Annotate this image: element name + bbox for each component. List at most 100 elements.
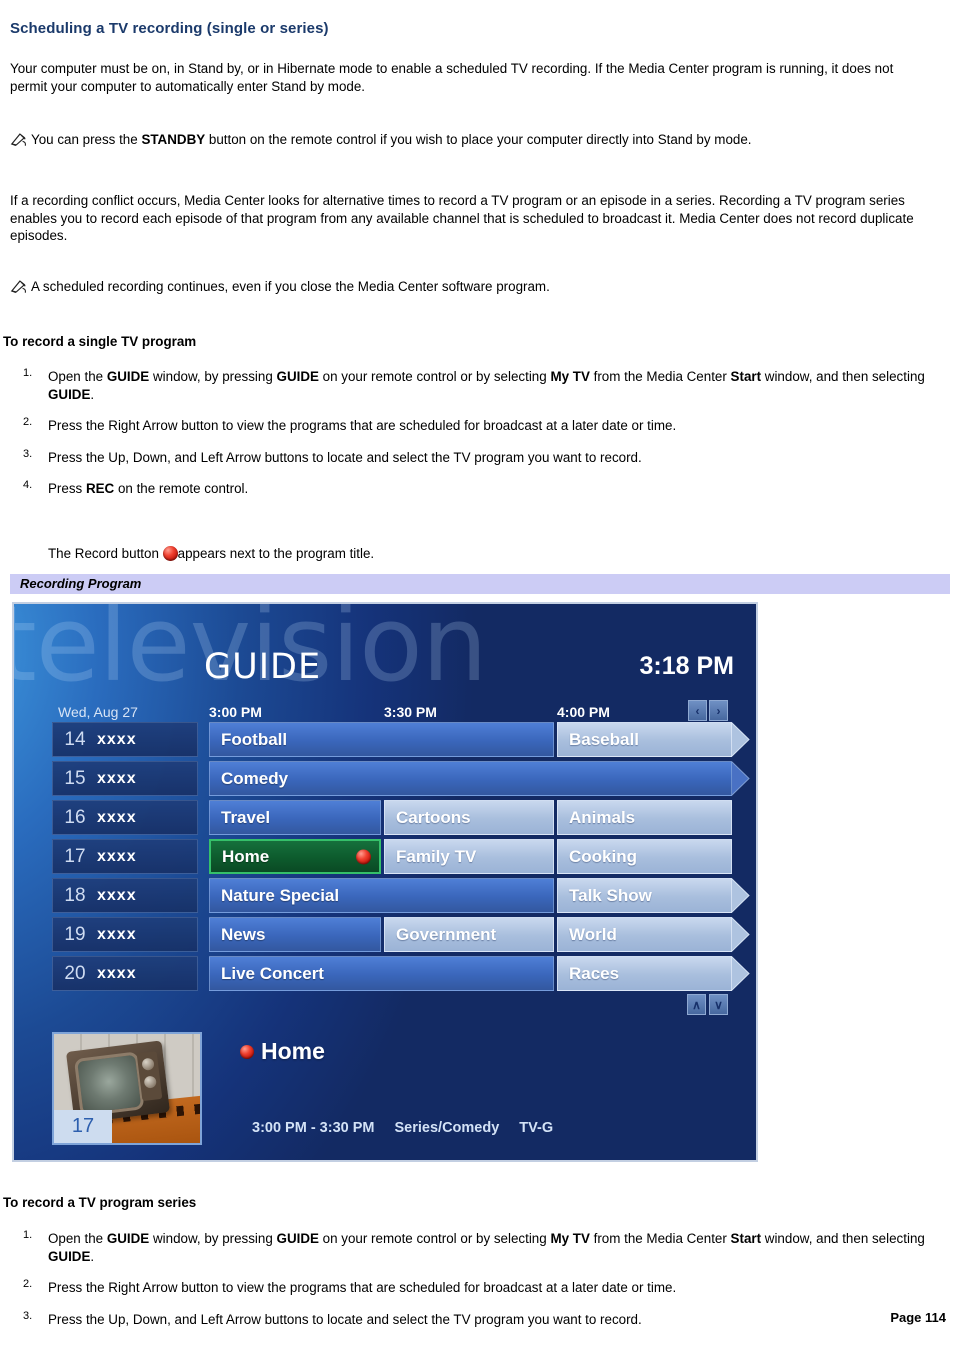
program-title: Home bbox=[222, 846, 270, 866]
guide-page-down-button[interactable]: ∨ bbox=[709, 994, 728, 1015]
record-dot-icon bbox=[356, 849, 371, 864]
step-number: 1. bbox=[23, 1229, 33, 1241]
guide-row: 14 xxxx Football Baseball bbox=[52, 720, 750, 759]
step-text: . bbox=[90, 1248, 95, 1264]
channel-cell[interactable]: 14 xxxx bbox=[52, 722, 198, 757]
program-title: Family TV bbox=[396, 846, 477, 866]
step-keyword: GUIDE bbox=[48, 386, 91, 402]
channel-callsign: xxxx bbox=[97, 808, 137, 826]
program-title: Races bbox=[569, 963, 620, 983]
note-continues: A scheduled recording continues, even if… bbox=[10, 278, 935, 296]
channel-number: 14 bbox=[64, 728, 86, 750]
page-title: Scheduling a TV recording (single or ser… bbox=[10, 20, 329, 37]
program-title: News bbox=[221, 924, 266, 944]
channel-callsign: xxxx bbox=[97, 886, 137, 904]
program-cell[interactable]: Live Concert bbox=[209, 956, 554, 991]
guide-row: 18 xxxx Nature Special Talk Show bbox=[52, 876, 750, 915]
program-cell[interactable]: Baseball bbox=[557, 722, 732, 757]
document-page: Scheduling a TV recording (single or ser… bbox=[0, 0, 954, 1351]
channel-callsign: xxxx bbox=[97, 730, 137, 748]
guide-clock: 3:18 PM bbox=[639, 652, 734, 680]
step-keyword: GUIDE bbox=[106, 369, 150, 384]
channel-cell[interactable]: 19 xxxx bbox=[52, 917, 198, 952]
program-title: Cartoons bbox=[396, 807, 471, 827]
guide-row: 16 xxxx Travel Cartoons Animals bbox=[52, 798, 732, 837]
step-text: window, and then selecting bbox=[761, 1231, 925, 1246]
program-cell[interactable]: Cooking bbox=[557, 839, 732, 874]
program-cell[interactable]: Nature Special bbox=[209, 878, 554, 913]
time-slot-1: 3:00 PM bbox=[209, 704, 262, 720]
program-cell[interactable]: Cartoons bbox=[384, 800, 554, 835]
guide-page-left-button[interactable]: ‹ bbox=[688, 700, 707, 721]
program-title: World bbox=[569, 924, 617, 944]
note-standby-pre: You can press the bbox=[31, 132, 142, 147]
step-text: . bbox=[90, 386, 95, 402]
program-title: Cooking bbox=[569, 846, 637, 866]
channel-cell[interactable]: 18 xxxx bbox=[52, 878, 198, 913]
step-text: Press the Right Arrow button to view the… bbox=[48, 1280, 677, 1295]
program-cell[interactable]: Travel bbox=[209, 800, 381, 835]
channel-number: 16 bbox=[64, 806, 86, 828]
step-item: 3. Press the Up, Down, and Left Arrow but… bbox=[10, 448, 930, 467]
channel-number: 15 bbox=[64, 767, 86, 789]
program-continues-arrow-icon bbox=[731, 956, 751, 991]
program-title: Football bbox=[221, 729, 288, 749]
channel-number: 18 bbox=[64, 884, 86, 906]
step-text: Press the Up, Down, and Left Arrow butto… bbox=[48, 449, 642, 465]
paragraph-conflict: If a recording conflict occurs, Media Ce… bbox=[10, 193, 914, 243]
channel-cell[interactable]: 15 xxxx bbox=[52, 761, 198, 796]
program-cell[interactable]: News bbox=[209, 917, 381, 952]
note-continues-text: A scheduled recording continues, even if… bbox=[31, 279, 550, 294]
guide-horizontal-pager: ‹ › bbox=[688, 700, 728, 721]
program-title: Travel bbox=[221, 807, 271, 827]
step-text: Press bbox=[48, 481, 86, 496]
step-text: Press the Up, Down, and Left Arrow butto… bbox=[48, 1311, 642, 1327]
page-number: Page 114 bbox=[890, 1310, 946, 1325]
step-number: 2. bbox=[23, 416, 33, 428]
step-keyword: GUIDE bbox=[276, 1231, 319, 1246]
program-continues-arrow-icon bbox=[731, 722, 751, 757]
channel-number: 17 bbox=[64, 845, 86, 867]
program-title: Comedy bbox=[221, 768, 289, 788]
detail-time-range: 3:00 PM - 3:30 PM bbox=[252, 1120, 375, 1136]
program-cell[interactable]: Races bbox=[557, 956, 732, 991]
guide-page-right-button[interactable]: › bbox=[709, 700, 728, 721]
channel-cell[interactable]: 17 xxxx bbox=[52, 839, 198, 874]
heading-record-series: To record a TV program series bbox=[3, 1195, 197, 1210]
program-title: Animals bbox=[569, 807, 636, 827]
program-title: Live Concert bbox=[221, 963, 324, 983]
channel-cell[interactable]: 20 xxxx bbox=[52, 956, 198, 991]
program-cell[interactable]: Family TV bbox=[384, 839, 554, 874]
program-cell[interactable]: Talk Show bbox=[557, 878, 732, 913]
guide-grid: 14 xxxx Football Baseball 15 xxxx Comedy 16 xxxx… bbox=[52, 720, 750, 993]
time-slot-3: 4:00 PM bbox=[557, 704, 610, 720]
steps-list-series: 1. Open the GUIDE window, by pressing GUI… bbox=[10, 1229, 930, 1342]
step-text: window, by pressing bbox=[149, 369, 277, 384]
program-title: Nature Special bbox=[221, 885, 340, 905]
channel-cell[interactable]: 16 xxxx bbox=[52, 800, 198, 835]
program-cell[interactable]: Comedy bbox=[209, 761, 732, 796]
step-text: from the Media Center bbox=[589, 1231, 731, 1246]
step-keyword: GUIDE bbox=[106, 1231, 150, 1246]
time-slot-2: 3:30 PM bbox=[384, 704, 437, 720]
record-note-post: appears next to the program title. bbox=[177, 546, 375, 561]
step-text: Press the Right Arrow button to view the… bbox=[48, 418, 677, 433]
channel-number: 20 bbox=[64, 962, 86, 984]
step-keyword: GUIDE bbox=[48, 1248, 91, 1264]
program-cell[interactable]: World bbox=[557, 917, 732, 952]
program-cell[interactable]: Football bbox=[209, 722, 554, 757]
step-text: on the remote control. bbox=[114, 481, 249, 496]
step-number: 2. bbox=[23, 1278, 33, 1290]
step-keyword: My TV bbox=[550, 369, 590, 384]
program-cell[interactable]: Animals bbox=[557, 800, 732, 835]
record-button-note: The Record button appears next to the pr… bbox=[48, 545, 374, 563]
guide-detail-panel: 17 Home 3:00 PM - 3:30 PM Series/Comedy … bbox=[52, 1032, 742, 1150]
guide-row: 19 xxxx News Government World bbox=[52, 915, 750, 954]
guide-page-up-button[interactable]: ∧ bbox=[687, 994, 706, 1015]
step-item: 4. Press REC on the remote control. bbox=[10, 479, 930, 498]
figure-caption-bar: Recording Program bbox=[10, 574, 950, 594]
program-cell[interactable]: Home bbox=[209, 839, 381, 874]
channel-number: 19 bbox=[64, 923, 86, 945]
step-text: from the Media Center bbox=[589, 369, 731, 384]
program-cell[interactable]: Government bbox=[384, 917, 554, 952]
